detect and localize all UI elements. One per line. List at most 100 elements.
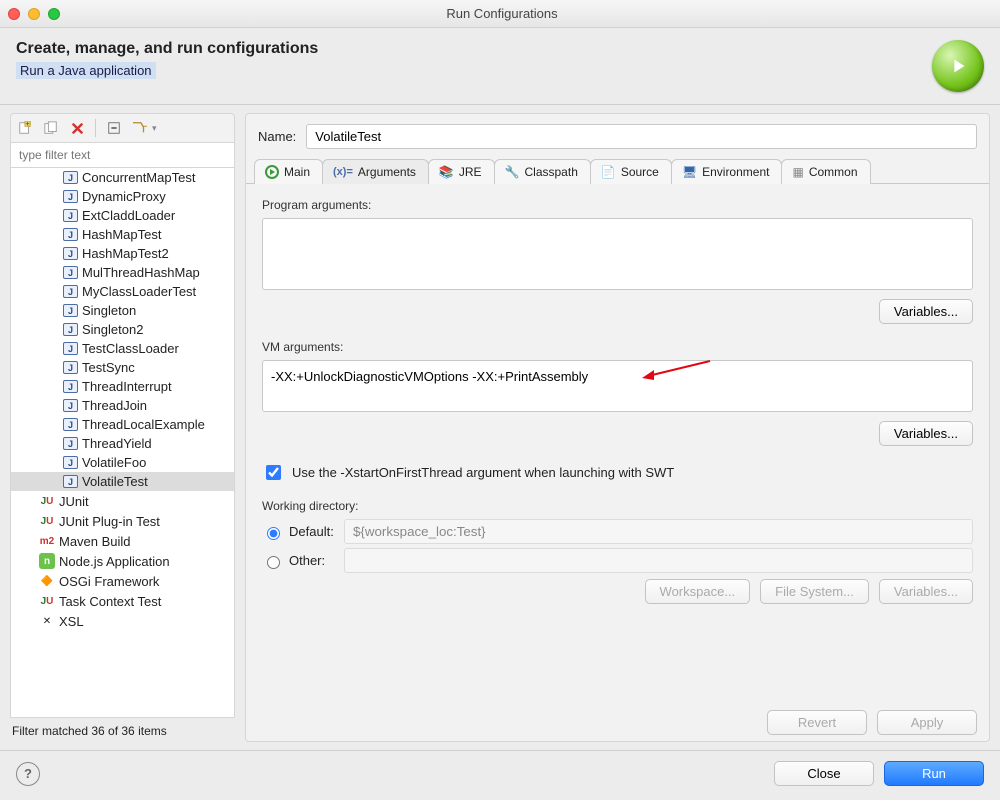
vm-args-input[interactable] [262, 360, 973, 412]
tree-item-java[interactable]: JThreadYield [11, 434, 234, 453]
tree-item-label: MyClassLoaderTest [82, 284, 196, 299]
tab-label: Arguments [358, 165, 416, 179]
tab-label: Common [809, 165, 858, 179]
main-tab-icon [265, 165, 279, 179]
tree-item-java[interactable]: JSingleton [11, 301, 234, 320]
tree-item-java[interactable]: JSingleton2 [11, 320, 234, 339]
java-launch-icon: J [63, 342, 78, 355]
tree-item-java[interactable]: JHashMapTest [11, 225, 234, 244]
filter-toolbar-button[interactable] [130, 118, 150, 138]
classpath-tab-icon: 🔧 [505, 165, 520, 179]
tab-common[interactable]: ▦Common [781, 159, 870, 184]
swt-checkbox-row[interactable]: Use the -XstartOnFirstThread argument wh… [262, 462, 973, 483]
tree-item-java[interactable]: JHashMapTest2 [11, 244, 234, 263]
tree-item-java[interactable]: JConcurrentMapTest [11, 168, 234, 187]
tree-item-label: MulThreadHashMap [82, 265, 200, 280]
config-tree[interactable]: JConcurrentMapTestJDynamicProxyJExtCladd… [10, 168, 235, 718]
swt-checkbox[interactable] [266, 465, 281, 480]
config-toolbar: ▾ [10, 113, 235, 142]
java-launch-icon: J [63, 171, 78, 184]
duplicate-config-button[interactable] [41, 118, 61, 138]
tree-item-java[interactable]: J TestSync [11, 358, 234, 377]
tree-item[interactable]: 🔶 OSGi Framework [11, 571, 234, 591]
tree-item-label: Singleton2 [82, 322, 143, 337]
header-title: Create, manage, and run configurations [16, 40, 932, 58]
tree-item-label: Node.js Application [59, 554, 170, 569]
name-input[interactable] [306, 124, 977, 149]
close-button[interactable]: Close [774, 761, 874, 786]
tree-item-java[interactable]: JMulThreadHashMap [11, 263, 234, 282]
vm-args-variables-button[interactable]: Variables... [879, 421, 973, 446]
workdir-workspace-button[interactable]: Workspace... [645, 579, 751, 604]
node-icon: n [39, 553, 55, 569]
junit-icon: JU [39, 593, 55, 609]
environment-tab-icon: 🖥 [682, 165, 697, 179]
tree-item-java[interactable]: JThreadLocalExample [11, 415, 234, 434]
program-args-input[interactable] [262, 218, 973, 290]
workdir-variables-button[interactable]: Variables... [879, 579, 973, 604]
tree-item-label: HashMapTest [82, 227, 161, 242]
close-window-icon[interactable] [8, 8, 20, 20]
vm-args-label: VM arguments: [262, 340, 973, 354]
tree-item[interactable]: m2Maven Build [11, 531, 234, 551]
program-args-variables-button[interactable]: Variables... [879, 299, 973, 324]
workdir-other-radio[interactable] [267, 556, 280, 569]
tree-item-label: JUnit Plug-in Test [59, 514, 160, 529]
tab-main[interactable]: Main [254, 159, 323, 184]
tree-item-java[interactable]: JTestClassLoader [11, 339, 234, 358]
dialog-header: Create, manage, and run configurations R… [0, 28, 1000, 98]
tree-item-java[interactable]: JThreadJoin [11, 396, 234, 415]
working-dir-label: Working directory: [262, 499, 973, 513]
junit-icon: JU [39, 513, 55, 529]
tree-item[interactable]: JU JUnit Plug-in Test [11, 511, 234, 531]
arguments-tab-icon: (x)= [333, 166, 353, 178]
tree-item-label: OSGi Framework [59, 574, 159, 589]
tree-item[interactable]: JUJUnit [11, 491, 234, 511]
tab-classpath[interactable]: 🔧Classpath [494, 159, 591, 184]
tree-item-label: Maven Build [59, 534, 131, 549]
tab-arguments[interactable]: (x)= Arguments [322, 159, 429, 184]
workdir-filesystem-button[interactable]: File System... [760, 579, 869, 604]
tree-item-label: TestSync [82, 360, 135, 375]
run-button[interactable]: Run [884, 761, 984, 786]
titlebar: Run Configurations [0, 0, 1000, 28]
tab-jre[interactable]: 📚JRE [428, 159, 495, 184]
tab-label: Source [621, 165, 659, 179]
tree-item-java[interactable]: JVolatileTest [11, 472, 234, 491]
workdir-default-input [344, 519, 973, 544]
tree-item-java[interactable]: JDynamicProxy [11, 187, 234, 206]
java-launch-icon: J [63, 380, 78, 393]
tree-item-java[interactable]: JThreadInterrupt [11, 377, 234, 396]
tab-environment[interactable]: 🖥Environment [671, 159, 783, 184]
workdir-other-radio-row[interactable]: Other: [262, 553, 332, 569]
filter-input[interactable] [11, 143, 234, 167]
java-launch-icon: J [63, 475, 78, 488]
tab-label: JRE [459, 165, 482, 179]
tree-item-java[interactable]: JExtCladdLoader [11, 206, 234, 225]
tree-item-java[interactable]: JVolatileFoo [11, 453, 234, 472]
tree-item[interactable]: ✕XSL [11, 611, 234, 631]
tree-item-label: ExtCladdLoader [82, 208, 175, 223]
apply-button[interactable]: Apply [877, 710, 977, 735]
delete-config-button[interactable] [67, 118, 87, 138]
tab-source[interactable]: 📄Source [590, 159, 672, 184]
java-launch-icon: J [63, 361, 78, 374]
new-config-button[interactable] [15, 118, 35, 138]
header-subtitle: Run a Java application [16, 62, 156, 79]
workdir-default-radio[interactable] [267, 527, 280, 540]
zoom-window-icon[interactable] [48, 8, 60, 20]
java-launch-icon: J [63, 418, 78, 431]
workdir-other-input[interactable] [344, 548, 973, 573]
filter-box [10, 142, 235, 168]
tree-item-label: DynamicProxy [82, 189, 166, 204]
window-title: Run Configurations [60, 6, 944, 21]
help-button[interactable]: ? [16, 762, 40, 786]
collapse-all-button[interactable] [104, 118, 124, 138]
revert-button[interactable]: Revert [767, 710, 867, 735]
osgi-icon: 🔶 [39, 573, 55, 589]
tree-item[interactable]: n Node.js Application [11, 551, 234, 571]
tree-item-java[interactable]: JMyClassLoaderTest [11, 282, 234, 301]
minimize-window-icon[interactable] [28, 8, 40, 20]
tree-item[interactable]: JUTask Context Test [11, 591, 234, 611]
workdir-default-radio-row[interactable]: Default: [262, 524, 332, 540]
